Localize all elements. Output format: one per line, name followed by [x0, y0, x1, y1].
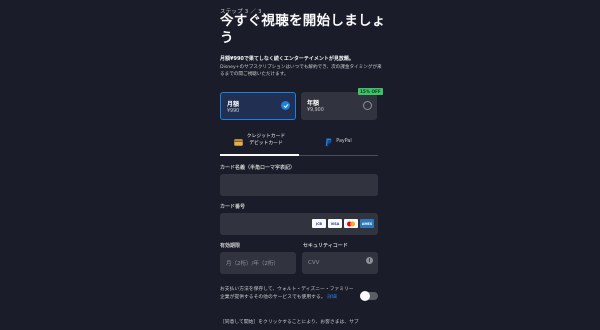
save-payment-toggle[interactable]	[360, 291, 378, 301]
cardholder-name-input[interactable]	[220, 174, 378, 196]
cardholder-name-label: カード名義（半角ローマ字表記）	[220, 165, 296, 171]
save-payment-text: お支払い方法を保存して、ウォルト・ディズニー・ファミリー企業が提供するその他のサ…	[220, 286, 356, 301]
cvv-input[interactable]: CVV i	[302, 252, 378, 274]
plan-lead-text: 月額¥990で果てしなく続くエンターテイメントが見放題。	[220, 56, 354, 62]
plan-price: ¥990	[227, 109, 240, 114]
security-code-label: セキュリティコード	[303, 243, 348, 249]
discount-badge: 15% OFF	[358, 88, 383, 95]
mastercard-icon	[344, 219, 358, 228]
visa-icon: VISA	[328, 219, 342, 228]
plan-option-yearly[interactable]: 年額 ¥9,900	[301, 92, 377, 120]
card-number-input[interactable]: JCB VISA AMEX	[220, 213, 378, 235]
cancellation-note: Disney+のサブスクリプションはいつでも解約でき、次の課金タイミングが来るま…	[220, 65, 382, 77]
plan-option-monthly[interactable]: 月額 ¥990	[220, 92, 296, 120]
tab-label: クレジットカード デビットカード	[246, 134, 286, 146]
info-icon[interactable]: i	[366, 257, 373, 264]
checkmark-icon	[281, 101, 290, 110]
toggle-knob	[360, 291, 370, 301]
card-number-label: カード番号	[220, 204, 246, 210]
payment-method-tabs: クレジットカード デビットカード PayPal	[220, 126, 378, 156]
terms-text: ［同意して開始］をクリックすることにより、お客さまは、サブ	[220, 320, 359, 325]
expiry-input[interactable]: 月（2桁）/年（2桁）	[220, 252, 296, 274]
tab-paypal[interactable]: PayPal	[299, 126, 378, 156]
signup-panel: ステップ 3 ／ 3 今すぐ視聴を開始しましょう 月額¥990で果てしなく続くエ…	[208, 0, 392, 330]
plan-name: 年額	[307, 100, 320, 107]
jcb-icon: JCB	[312, 219, 326, 228]
plan-price: ¥9,900	[307, 108, 324, 113]
details-link[interactable]: 詳細	[327, 295, 337, 300]
plan-name: 月額	[227, 101, 240, 108]
expiry-label: 有効期限	[220, 243, 241, 249]
credit-card-icon	[234, 131, 243, 150]
tab-label: PayPal	[336, 138, 352, 144]
cvv-placeholder: CVV	[308, 260, 320, 266]
tab-credit-card[interactable]: クレジットカード デビットカード	[220, 126, 299, 156]
amex-icon: AMEX	[360, 219, 374, 228]
paypal-icon	[325, 132, 332, 151]
page-title: 今すぐ視聴を開始しましょう	[220, 13, 386, 46]
radio-icon	[363, 101, 372, 110]
card-brand-logos: JCB VISA AMEX	[312, 219, 374, 228]
